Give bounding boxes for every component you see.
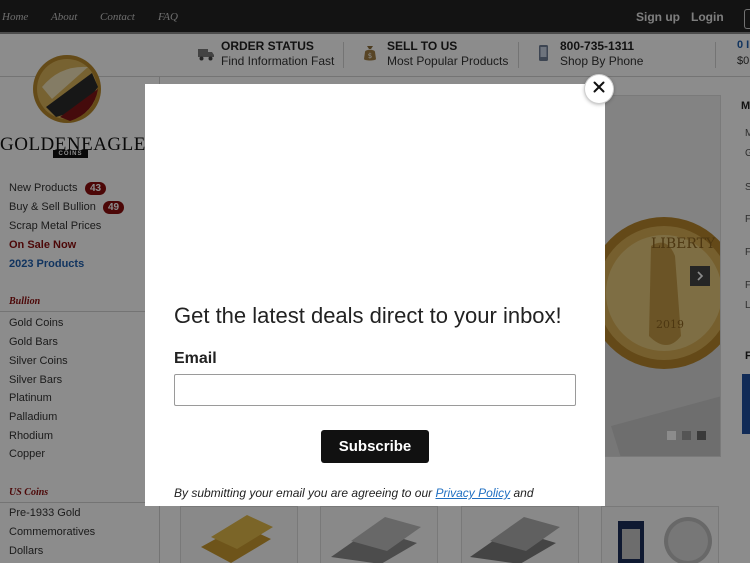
legal-text: By submitting your email you are agreein… bbox=[174, 486, 534, 500]
close-button[interactable] bbox=[585, 75, 613, 103]
email-label: Email bbox=[174, 350, 217, 367]
close-icon bbox=[593, 80, 605, 98]
legal-suffix: and bbox=[510, 486, 534, 500]
newsletter-modal: Get the latest deals direct to your inbo… bbox=[145, 84, 605, 506]
modal-heading: Get the latest deals direct to your inbo… bbox=[174, 303, 562, 328]
subscribe-button[interactable]: Subscribe bbox=[321, 430, 429, 463]
privacy-policy-link[interactable]: Privacy Policy bbox=[435, 486, 510, 500]
legal-prefix: By submitting your email you are agreein… bbox=[174, 486, 436, 500]
email-input[interactable] bbox=[174, 374, 576, 406]
